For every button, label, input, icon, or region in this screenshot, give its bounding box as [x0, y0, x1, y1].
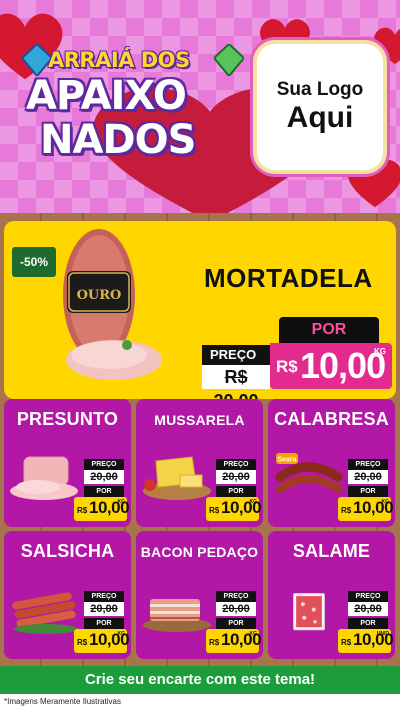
currency-label: R$: [341, 506, 352, 515]
por-label: POR: [84, 618, 124, 629]
product-name: SALSICHA: [20, 541, 115, 561]
new-price-tag: R$ 10,00 KG: [338, 497, 394, 521]
product-name: SALAME: [292, 541, 371, 561]
event-title-line3: NADOS: [40, 117, 196, 163]
disclaimer-text: *Imagens Meramente Ilustrativas: [4, 697, 121, 706]
featured-product-card[interactable]: -50% OURO MORTADELA POR PREÇO R$ 20,00 R…: [4, 221, 396, 399]
preco-label: PREÇO: [216, 459, 256, 470]
presunto-image: [10, 456, 78, 500]
new-price-tag: R$ 10,00 KG: [206, 497, 262, 521]
unit-label: KG: [117, 631, 126, 637]
logo-text-line2: Aqui: [286, 100, 354, 134]
calabresa-brand-label: Seara: [277, 457, 296, 464]
product-card-bacon[interactable]: BACON PEDAÇO PREÇO 20,00 POR R$ 10,00 KG: [136, 531, 263, 659]
product-card-presunto[interactable]: PRESUNTO PREÇO 20,00 POR R$ 10,00 KG: [4, 399, 131, 527]
create-flyer-button[interactable]: Crie seu encarte com este tema!: [0, 666, 400, 694]
product-name: CALABRESA: [274, 409, 389, 429]
preco-label: PREÇO: [348, 591, 388, 602]
preco-label: PREÇO: [84, 591, 124, 602]
unit-label: KG: [374, 347, 386, 356]
new-price-tag: R$ 10,00 UNID: [338, 629, 394, 653]
preco-label: PREÇO: [202, 345, 270, 365]
currency-label: R$: [209, 506, 220, 515]
product-name: MUSSARELA: [154, 412, 245, 428]
old-price: 20,00: [348, 470, 388, 484]
event-title-line1: ARRAIÁ DOS: [48, 48, 190, 72]
currency-label: R$: [209, 638, 220, 647]
product-name: PRESUNTO: [16, 409, 119, 429]
bacon-image: [143, 599, 211, 632]
por-label: POR: [348, 486, 388, 497]
old-price: 20,00: [84, 602, 124, 616]
currency-label: R$: [341, 638, 352, 647]
product-card-salame[interactable]: SALAME PREÇO 20,00 POR R$ 10,00 UNID: [268, 531, 395, 659]
event-title-line2: APAIXO: [26, 73, 187, 119]
logo-text-line1: Sua Logo: [276, 79, 364, 101]
old-price: R$ 20,00: [202, 365, 270, 399]
por-label: POR: [348, 618, 388, 629]
old-price: 20,00: [84, 470, 124, 484]
currency-label: R$: [276, 357, 298, 376]
product-card-mussarela[interactable]: MUSSARELA PREÇO 20,00 POR R$ 10,00 KG: [136, 399, 263, 527]
unit-label: KG: [249, 631, 258, 637]
new-price-tag: R$ 10,00 KG: [74, 497, 130, 521]
featured-product-name: MORTADELA: [204, 263, 373, 293]
por-label: POR: [84, 486, 124, 497]
currency-label: R$: [77, 638, 88, 647]
mortadela-image: OURO: [63, 229, 162, 380]
new-price-tag: R$ 10,00 KG: [74, 629, 130, 653]
unit-label: KG: [249, 499, 258, 505]
new-price: 10,00: [300, 345, 386, 386]
unit-label: UNID: [376, 631, 389, 637]
currency-label: R$: [77, 506, 88, 515]
kite-flag-icon: [214, 44, 244, 76]
salsicha-image: [12, 592, 78, 634]
event-title: ARRAIÁ DOS APAIXO NADOS: [18, 40, 248, 170]
calabresa-image: Seara: [275, 453, 343, 493]
old-price: 20,00: [348, 602, 388, 616]
product-name: BACON PEDAÇO: [140, 544, 259, 560]
por-label: POR: [279, 317, 379, 343]
header-banner: ARRAIÁ DOS APAIXO NADOS Sua Logo Aqui: [0, 0, 400, 213]
product-card-salsicha[interactable]: SALSICHA PREÇO 20,00 POR R$ 10,00 KG: [4, 531, 131, 659]
old-price: 20,00: [216, 470, 256, 484]
mussarela-image: [143, 456, 211, 500]
unit-label: KG: [381, 499, 390, 505]
new-price-tag: R$ 10,00 KG: [270, 343, 392, 389]
por-label: POR: [216, 486, 256, 497]
preco-label: PREÇO: [216, 591, 256, 602]
mortadela-brand-label: OURO: [77, 288, 122, 303]
unit-label: KG: [117, 499, 126, 505]
por-label: POR: [216, 618, 256, 629]
product-card-calabresa[interactable]: CALABRESA Seara PREÇO 20,00 POR R$ 10,00…: [268, 399, 395, 527]
new-price-tag: R$ 10,00 KG: [206, 629, 262, 653]
old-price: 20,00: [216, 602, 256, 616]
preco-label: PREÇO: [84, 459, 124, 470]
logo-placeholder[interactable]: Sua Logo Aqui: [253, 40, 387, 174]
discount-badge: -50%: [12, 247, 57, 277]
preco-label: PREÇO: [348, 459, 388, 470]
products-board: -50% OURO MORTADELA POR PREÇO R$ 20,00 R…: [0, 213, 400, 673]
salame-image: [293, 593, 325, 631]
